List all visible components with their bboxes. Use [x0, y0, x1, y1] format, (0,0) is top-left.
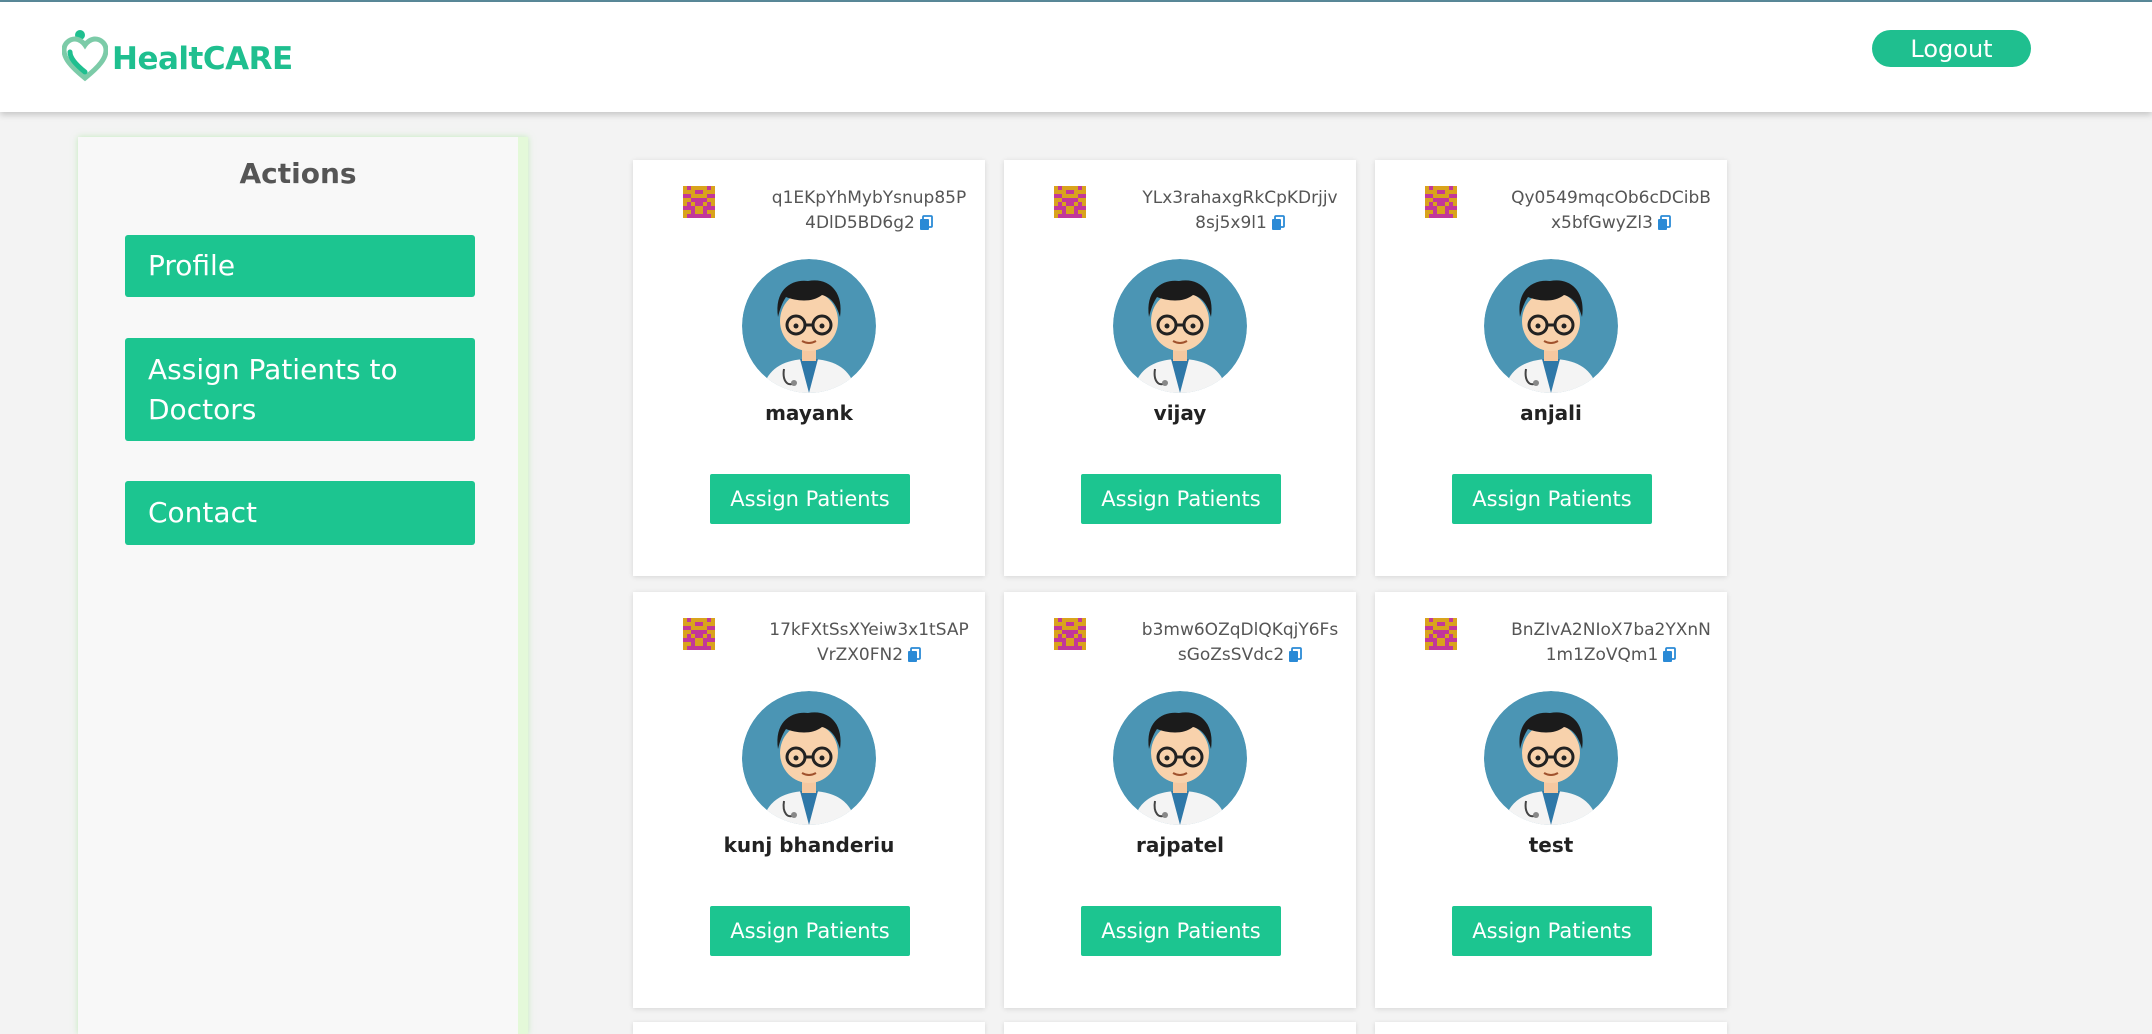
doctor-avatar: [1484, 691, 1618, 825]
doctor-name: rajpatel: [1135, 833, 1224, 857]
doctor-name: kunj bhanderiu: [723, 833, 895, 857]
doctor-id: Qy0549mqcOb6cDCibBx5bfGwyZl3: [1511, 188, 1711, 233]
assign-patients-button[interactable]: Assign Patients: [710, 474, 910, 524]
assign-patients-button[interactable]: Assign Patients: [1081, 906, 1281, 956]
logout-button[interactable]: Logout: [1872, 30, 2031, 67]
doctor-name: mayank: [765, 401, 853, 425]
heart-person-icon: [61, 28, 109, 89]
doctor-card: q1EKpYhMybYsnup85P4DlD5BD6g2 mayank Assi…: [633, 160, 985, 576]
identicon-icon: [683, 186, 715, 218]
doctor-avatar: [1484, 259, 1618, 393]
assign-patients-button[interactable]: Assign Patients: [710, 906, 910, 956]
doctor-card: [1375, 1022, 1727, 1034]
doctor-card: BnZIvA2NIoX7ba2YXnN1m1ZoVQm1 test Assign…: [1375, 592, 1727, 1008]
doctor-avatar: [742, 259, 876, 393]
copy-icon[interactable]: [1270, 215, 1285, 231]
sidebar-item-profile[interactable]: Profile: [125, 235, 475, 297]
brand-name: HealtCARE: [112, 40, 293, 77]
doctor-id: 17kFXtSsXYeiw3x1tSAPVrZX0FN2: [769, 620, 969, 665]
copy-icon[interactable]: [918, 215, 933, 231]
header: HealtCARE Logout: [0, 2, 2152, 112]
sidebar-title: Actions: [239, 157, 357, 190]
doctor-avatar: [742, 691, 876, 825]
identicon-icon: [1425, 186, 1457, 218]
identicon-icon: [1054, 186, 1086, 218]
doctor-card: b3mw6OZqDlQKqjY6FssGoZsSVdc2 rajpatel As…: [1004, 592, 1356, 1008]
doctor-name: anjali: [1520, 401, 1582, 425]
doctor-card: YLx3rahaxgRkCpKDrjjv8sj5x9l1 vijay Assig…: [1004, 160, 1356, 576]
sidebar-item-assign-patients[interactable]: Assign Patients to Doctors: [125, 338, 475, 441]
doctor-id: BnZIvA2NIoX7ba2YXnN1m1ZoVQm1: [1511, 620, 1711, 665]
sidebar: Actions Profile Assign Patients to Docto…: [78, 137, 528, 1034]
assign-patients-button[interactable]: Assign Patients: [1452, 906, 1652, 956]
doctor-name: test: [1528, 833, 1574, 857]
doctor-card: [633, 1022, 985, 1034]
logo[interactable]: HealtCARE: [61, 28, 293, 89]
identicon-icon: [1054, 618, 1086, 650]
copy-icon[interactable]: [1288, 647, 1303, 663]
identicon-icon: [1425, 618, 1457, 650]
assign-patients-button[interactable]: Assign Patients: [1081, 474, 1281, 524]
doctor-avatar: [1113, 259, 1247, 393]
doctor-card: 17kFXtSsXYeiw3x1tSAPVrZX0FN2 kunj bhande…: [633, 592, 985, 1008]
copy-icon[interactable]: [907, 647, 921, 663]
doctor-id: b3mw6OZqDlQKqjY6FssGoZsSVdc2: [1141, 620, 1339, 665]
sidebar-item-contact[interactable]: Contact: [125, 481, 475, 545]
doctor-avatar: [1113, 691, 1247, 825]
doctor-id: q1EKpYhMybYsnup85P4DlD5BD6g2: [771, 188, 967, 233]
assign-patients-button[interactable]: Assign Patients: [1452, 474, 1652, 524]
doctor-card: [1004, 1022, 1356, 1034]
copy-icon[interactable]: [1662, 647, 1677, 663]
doctor-card: Qy0549mqcOb6cDCibBx5bfGwyZl3 anjali Assi…: [1375, 160, 1727, 576]
identicon-icon: [683, 618, 715, 650]
doctor-name: vijay: [1153, 401, 1207, 425]
doctor-id: YLx3rahaxgRkCpKDrjjv8sj5x9l1: [1142, 188, 1338, 233]
copy-icon[interactable]: [1657, 215, 1671, 231]
